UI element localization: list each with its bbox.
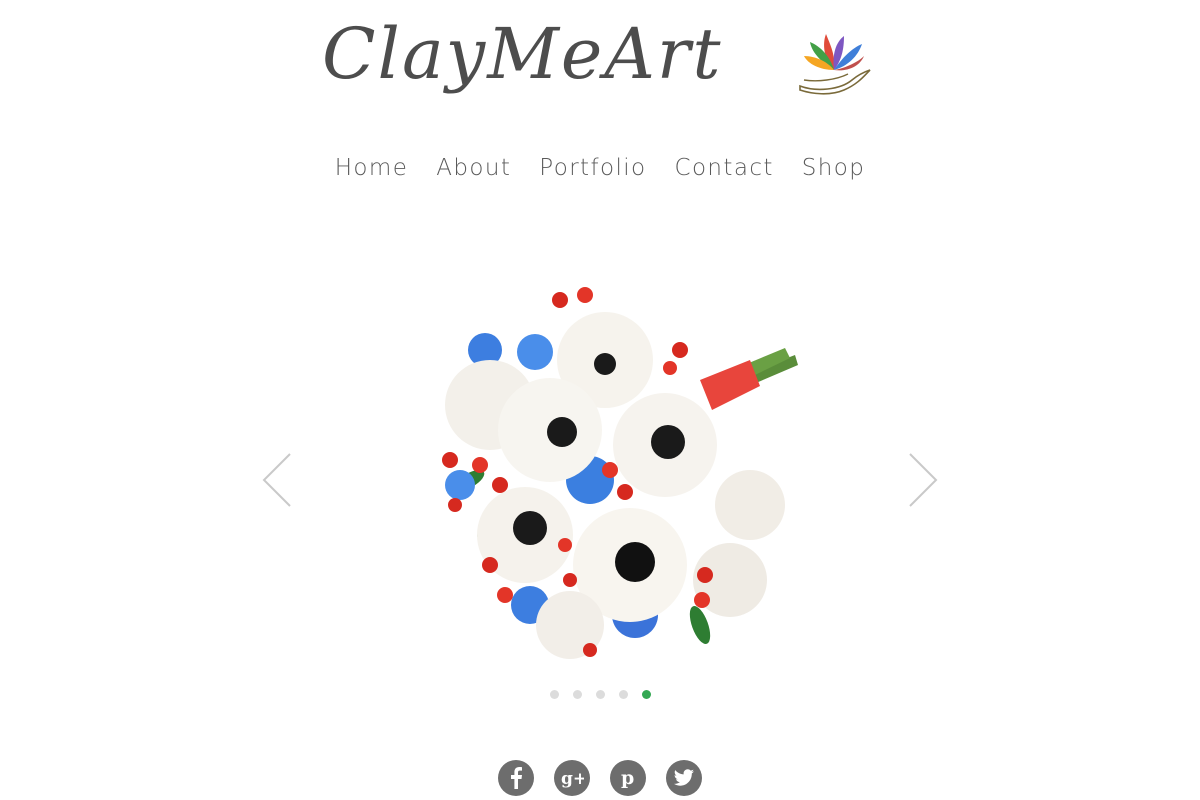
google-plus-icon[interactable]: g+	[554, 760, 590, 796]
image-slider	[230, 250, 970, 680]
facebook-icon[interactable]	[498, 760, 534, 796]
slider-dot-4[interactable]	[618, 690, 628, 699]
pinterest-icon[interactable]: p	[610, 760, 646, 796]
slider-dot-5[interactable]	[641, 690, 651, 699]
slider-dot-2[interactable]	[572, 690, 582, 699]
svg-text:g+: g+	[561, 769, 584, 788]
site-header: ClayMeArt	[0, 0, 1200, 150]
nav-about[interactable]: About	[436, 155, 511, 181]
social-links: g+ p	[0, 760, 1200, 796]
nav-contact[interactable]: Contact	[675, 155, 774, 181]
nav-portfolio[interactable]: Portfolio	[539, 155, 646, 181]
slider-pagination	[0, 690, 1200, 699]
lotus-hand-icon[interactable]	[796, 30, 872, 96]
flower-bouquet-image	[442, 287, 798, 659]
nav-home[interactable]: Home	[335, 155, 409, 181]
nav-shop[interactable]: Shop	[802, 155, 865, 181]
slider-dot-1[interactable]	[549, 690, 559, 699]
svg-text:p: p	[621, 767, 634, 789]
slider-dot-3[interactable]	[595, 690, 605, 699]
main-nav: Home About Portfolio Contact Shop	[0, 155, 1200, 181]
twitter-icon[interactable]	[666, 760, 702, 796]
chevron-right-icon[interactable]	[906, 450, 940, 510]
chevron-left-icon[interactable]	[260, 450, 294, 510]
site-logo-text[interactable]: ClayMeArt	[322, 12, 752, 96]
